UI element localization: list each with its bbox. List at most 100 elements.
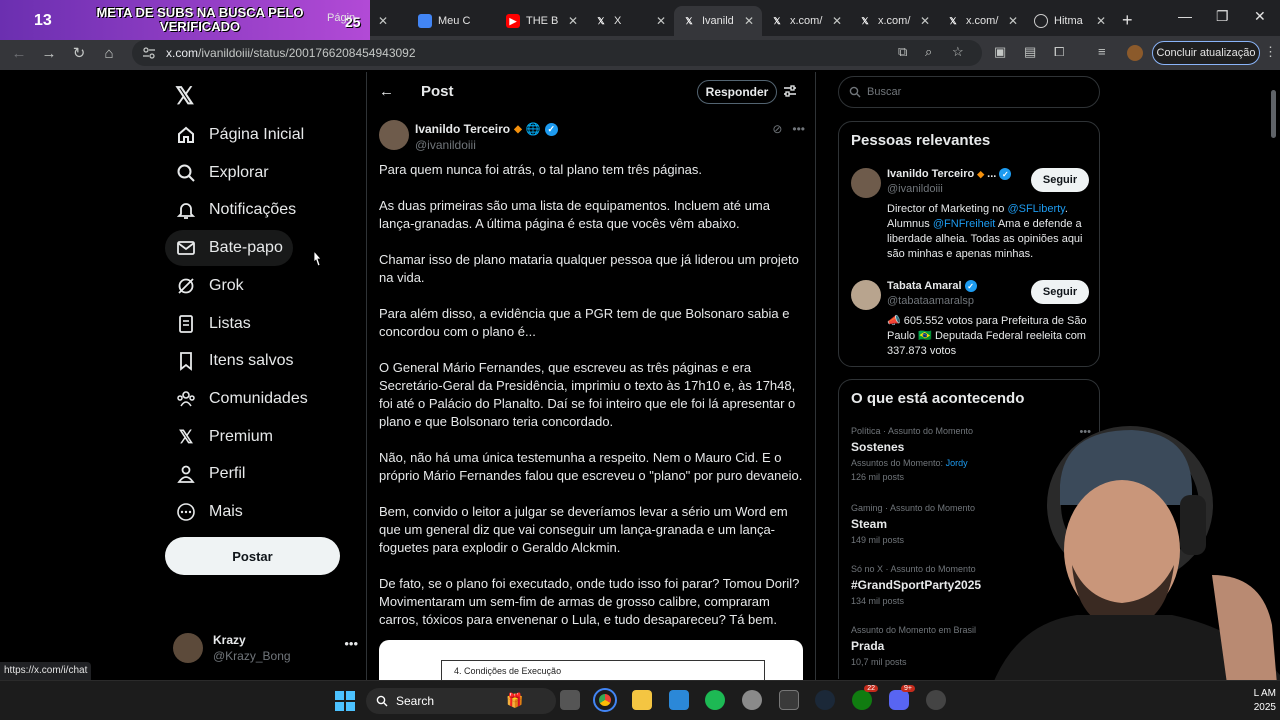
- reload-icon[interactable]: ↻: [64, 44, 94, 62]
- forward-icon[interactable]: →: [34, 45, 64, 62]
- home-page-icon[interactable]: ⌂: [94, 45, 124, 62]
- post-button[interactable]: Postar: [165, 537, 340, 575]
- update-button[interactable]: Concluir atualização: [1152, 41, 1260, 65]
- site-settings-icon[interactable]: [142, 46, 156, 60]
- chrome-icon[interactable]: [593, 688, 617, 712]
- new-tab-button[interactable]: +: [1122, 10, 1133, 31]
- grok-icon[interactable]: ⊘: [772, 122, 782, 136]
- nav-item-notifications[interactable]: Notificações: [165, 192, 306, 228]
- browser-tab[interactable]: 𝕏 X ✕: [586, 6, 674, 36]
- bio-mention-link[interactable]: @FNFreiheit: [933, 218, 996, 230]
- taskbar-clock[interactable]: L AM 2025: [1240, 687, 1276, 715]
- author-name-row[interactable]: Ivanildo Terceiro ◆ 🌐 ✓: [415, 122, 558, 136]
- more-dots-icon[interactable]: •••: [792, 122, 805, 136]
- avatar[interactable]: [851, 168, 881, 198]
- browser-tab[interactable]: ✕: [370, 6, 410, 36]
- calculator-icon[interactable]: [779, 690, 799, 710]
- status-bar-url: https://x.com/i/chat: [0, 662, 92, 680]
- post-paragraph: Não, não há uma única testemunha a respe…: [379, 450, 803, 483]
- reply-button[interactable]: Responder: [697, 80, 777, 104]
- nav-label: Mais: [209, 503, 243, 520]
- close-icon[interactable]: ✕: [1008, 14, 1018, 28]
- address-bar[interactable]: x.com/ivanildoiii/status/200176620845494…: [132, 40, 982, 66]
- back-arrow-icon[interactable]: ←: [379, 83, 394, 100]
- browser-tab-active[interactable]: 𝕏 Ivanild ✕: [674, 6, 762, 36]
- extension-icon[interactable]: ▤: [1024, 44, 1036, 60]
- file-explorer-icon[interactable]: [632, 690, 652, 710]
- relevant-people-panel: Pessoas relevantes Ivanildo Terceiro ◆ .…: [838, 121, 1100, 367]
- minimize-icon[interactable]: —: [1178, 8, 1192, 24]
- close-icon[interactable]: ✕: [568, 14, 578, 28]
- nav-item-profile[interactable]: Perfil: [165, 456, 255, 492]
- tune-icon[interactable]: [783, 84, 797, 98]
- scrollbar-thumb[interactable]: [1271, 90, 1276, 138]
- close-icon[interactable]: ✕: [656, 14, 666, 28]
- nav-item-more[interactable]: Mais: [165, 494, 253, 530]
- close-icon[interactable]: ✕: [1096, 14, 1106, 28]
- person-card[interactable]: Ivanildo Terceiro ◆ ... ✓ @ivanildoiii S…: [851, 168, 1091, 268]
- document-section-title: 4. Condições de Execução: [441, 660, 765, 680]
- nav-item-chat[interactable]: Bate-papo: [165, 230, 293, 266]
- back-icon[interactable]: ←: [4, 45, 34, 62]
- bookmark-star-icon[interactable]: ☆: [952, 44, 964, 60]
- nav-item-explore[interactable]: Explorar: [165, 155, 279, 191]
- nav-item-grok[interactable]: Grok: [165, 268, 254, 304]
- close-icon[interactable]: ✕: [378, 14, 388, 28]
- browser-tab[interactable]: Meu C: [410, 6, 498, 36]
- browser-tab[interactable]: Hitma ✕: [1026, 6, 1114, 36]
- nav-item-communities[interactable]: Comunidades: [165, 381, 318, 417]
- spotify-icon[interactable]: [705, 690, 725, 710]
- maximize-icon[interactable]: ❐: [1216, 8, 1229, 25]
- settings-gear-icon[interactable]: [742, 690, 762, 710]
- person-handle[interactable]: @ivanildoiii: [887, 183, 943, 195]
- task-view-icon[interactable]: [560, 690, 580, 710]
- follow-button[interactable]: Seguir: [1031, 280, 1089, 304]
- webcam-overlay: [982, 426, 1280, 720]
- zoom-icon[interactable]: ⌕: [925, 44, 932, 60]
- extension-icon[interactable]: ▣: [994, 44, 1006, 60]
- close-icon[interactable]: ✕: [920, 14, 930, 28]
- extensions-puzzle-icon[interactable]: ⧠: [1054, 44, 1064, 60]
- page-title: Post: [421, 83, 454, 100]
- steam-icon[interactable]: [815, 690, 835, 710]
- post-image[interactable]: 4. Condições de Execução: [379, 640, 803, 680]
- install-app-icon[interactable]: ⧉: [898, 44, 907, 60]
- nav-item-bookmarks[interactable]: Itens salvos: [165, 343, 303, 379]
- author-avatar[interactable]: [379, 120, 409, 150]
- profile-avatar[interactable]: [1127, 45, 1143, 61]
- browser-tab[interactable]: ▶ THE B ✕: [498, 6, 586, 36]
- follow-button[interactable]: Seguir: [1031, 168, 1089, 192]
- person-name-row[interactable]: Ivanildo Terceiro ◆ ... ✓: [887, 168, 1012, 180]
- person-card[interactable]: Tabata Amaral ✓ @tabataamaralsp Seguir 📣…: [851, 280, 1091, 364]
- author-name: Ivanildo Terceiro: [415, 122, 511, 136]
- x-logo-icon[interactable]: 𝕏: [175, 82, 194, 111]
- post-paragraph: Chamar isso de plano mataria qualquer pe…: [379, 252, 799, 285]
- app-icon[interactable]: [926, 690, 946, 710]
- avatar[interactable]: [851, 280, 881, 310]
- nav-item-premium[interactable]: 𝕏 Premium: [165, 419, 283, 455]
- nav-item-home[interactable]: Página Inicial: [165, 117, 314, 153]
- person-bio: Director of Marketing no @SFLiberty. Alu…: [887, 202, 1091, 262]
- taskbar-search[interactable]: Search 🎁: [366, 688, 556, 714]
- nav-item-lists[interactable]: Listas: [165, 306, 261, 342]
- close-icon[interactable]: ✕: [744, 14, 754, 28]
- close-icon[interactable]: ✕: [832, 14, 842, 28]
- window-close-icon[interactable]: ✕: [1254, 8, 1266, 25]
- browser-tab[interactable]: 𝕏 x.com/ ✕: [938, 6, 1026, 36]
- search-input[interactable]: Buscar: [838, 76, 1100, 108]
- media-control-icon[interactable]: ≡: [1098, 44, 1106, 59]
- person-name-row[interactable]: Tabata Amaral ✓: [887, 280, 977, 292]
- discord-icon[interactable]: 9+: [889, 685, 915, 710]
- browser-tab[interactable]: 𝕏 x.com/ ✕: [762, 6, 850, 36]
- xbox-icon[interactable]: 22: [852, 685, 878, 710]
- author-handle[interactable]: @ivanildoiii: [415, 138, 476, 152]
- person-handle[interactable]: @tabataamaralsp: [887, 295, 974, 307]
- windows-start-icon[interactable]: [335, 691, 355, 711]
- account-switcher[interactable]: Krazy @Krazy_Bong •••: [173, 630, 358, 666]
- url-text[interactable]: x.com/ivanildoiii/status/200176620845494…: [166, 46, 416, 60]
- browser-tab[interactable]: 𝕏 x.com/ ✕: [850, 6, 938, 36]
- more-dots-icon[interactable]: •••: [344, 636, 358, 651]
- store-icon[interactable]: [669, 690, 689, 710]
- browser-menu-icon[interactable]: ⋮: [1264, 44, 1277, 60]
- bio-mention-link[interactable]: @SFLiberty: [1007, 203, 1064, 215]
